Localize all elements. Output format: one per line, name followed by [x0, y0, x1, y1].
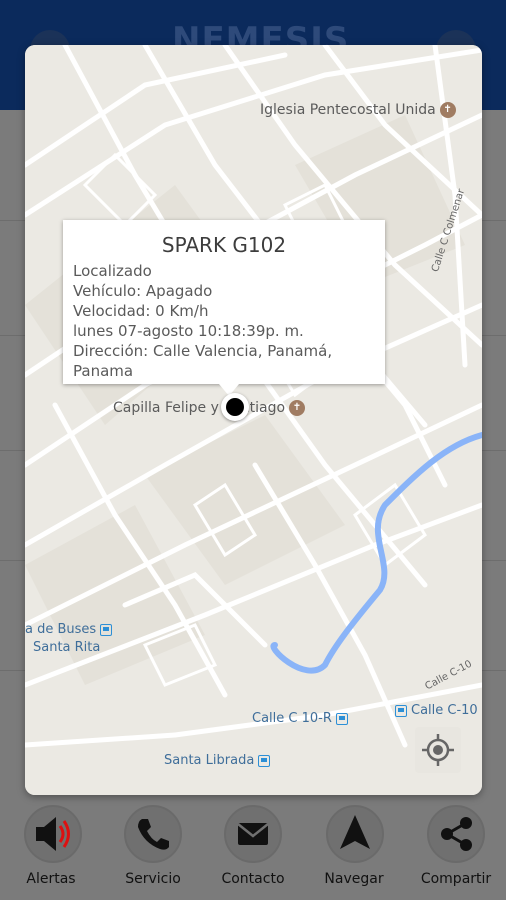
nav-alertas[interactable]: Alertas	[1, 805, 101, 900]
nav-label: Alertas	[26, 871, 76, 887]
nav-label: Compartir	[420, 871, 492, 887]
vehicle-info-window[interactable]: SPARK G102 Localizado Vehículo: Apagado …	[63, 220, 385, 396]
envelope-icon	[224, 805, 282, 863]
vehicle-name: SPARK G102	[161, 233, 287, 257]
vehicle-speed: Velocidad: 0 Km/h	[73, 302, 209, 320]
bottom-nav: Alertas Servicio Contacto Navegar Compar…	[0, 805, 506, 900]
map-label-calle-c10[interactable]: Calle C-10	[395, 703, 478, 718]
vehicle-location-marker[interactable]	[221, 393, 249, 421]
place-name: Santa Rita	[33, 640, 101, 655]
share-icon	[427, 805, 485, 863]
nav-servicio[interactable]: Servicio	[103, 805, 203, 900]
bus-stop-icon	[100, 623, 113, 636]
nav-contacto[interactable]: Contacto	[203, 805, 303, 900]
place-name: Calle C-10	[411, 703, 478, 718]
nav-label: Servicio	[125, 871, 181, 887]
church-icon: ✝	[289, 400, 306, 416]
navigation-arrow-icon	[326, 805, 384, 863]
map-label-iglesia[interactable]: Iglesia Pentecostal Unida ✝	[260, 102, 456, 118]
map-label-terminal[interactable]: a de Buses	[25, 622, 113, 637]
place-name: Calle C 10-R	[252, 711, 332, 726]
map-label-santa-librada[interactable]: Santa Librada	[164, 753, 271, 768]
place-name: Capilla Felipe y Santiago	[113, 400, 286, 416]
church-icon: ✝	[439, 102, 456, 118]
map-label-terminal-line2: Santa Rita	[33, 640, 100, 655]
map-label-calle-c10r[interactable]: Calle C 10-R	[252, 711, 348, 726]
map-dialog[interactable]: Iglesia Pentecostal Unida ✝ Capilla Felip…	[25, 45, 482, 795]
vehicle-engine: Vehículo: Apagado	[73, 282, 213, 300]
place-name: a de Buses	[25, 622, 97, 637]
place-name: Santa Librada	[164, 753, 255, 768]
place-name: Iglesia Pentecostal Unida	[260, 102, 436, 118]
nav-label: Navegar	[324, 871, 384, 887]
speaker-alert-icon	[24, 805, 82, 863]
vehicle-datetime: lunes 07-agosto 10:18:39p. m.	[73, 322, 304, 340]
nav-navegar[interactable]: Navegar	[304, 805, 404, 900]
map-canvas[interactable]	[25, 45, 482, 795]
bus-stop-icon	[258, 754, 271, 767]
bus-stop-icon	[395, 704, 407, 717]
phone-icon	[124, 805, 182, 863]
nav-label: Contacto	[221, 871, 285, 887]
map-label-capilla[interactable]: Capilla Felipe y Santiago ✝	[113, 400, 306, 416]
bus-stop-icon	[335, 712, 348, 725]
vehicle-status: Localizado	[73, 262, 152, 280]
my-location-button[interactable]	[415, 727, 461, 773]
vehicle-address-cont: Panama	[73, 362, 134, 380]
nav-compartir[interactable]: Compartir	[406, 805, 506, 900]
crosshair-icon	[422, 734, 454, 766]
vehicle-address: Dirección: Calle Valencia, Panamá,	[73, 342, 333, 360]
